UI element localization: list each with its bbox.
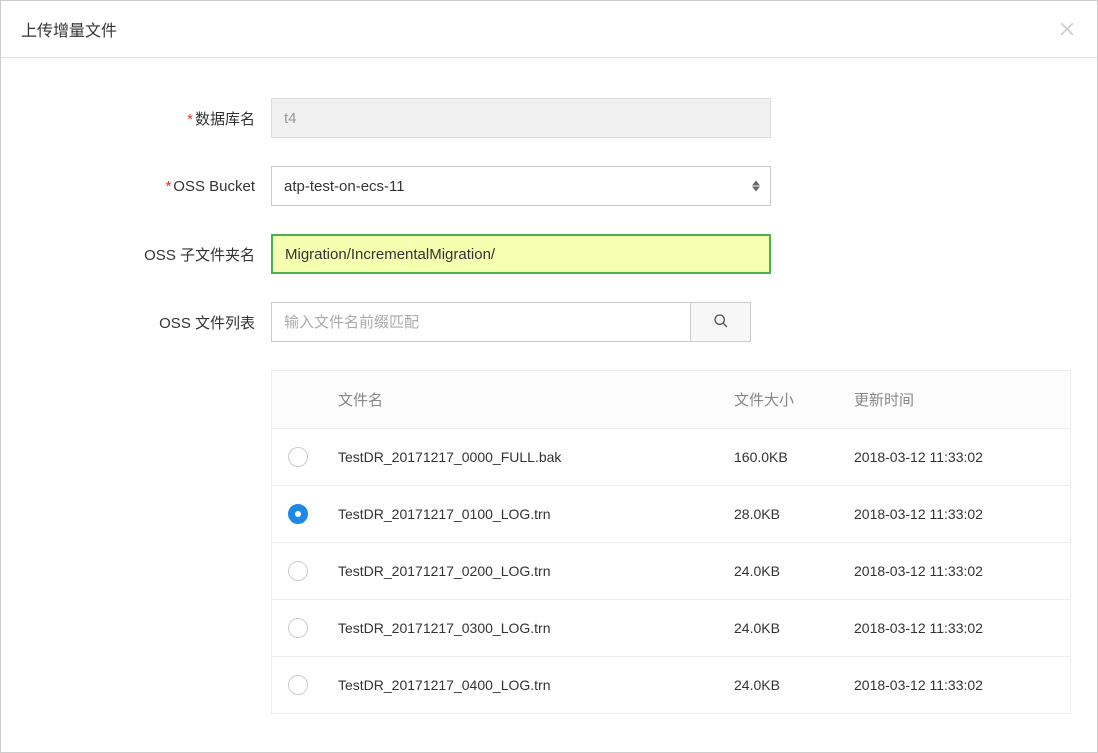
select-arrows-icon bbox=[752, 181, 760, 192]
radio-col bbox=[288, 561, 338, 581]
radio-col bbox=[288, 618, 338, 638]
filelist-row: OSS 文件列表 bbox=[21, 302, 1077, 342]
dbname-input: t4 bbox=[271, 98, 771, 138]
table-row[interactable]: TestDR_20171217_0100_LOG.trn28.0KB2018-0… bbox=[272, 485, 1070, 542]
upload-dialog: 上传增量文件 *数据库名 t4 *OSS Bucket atp-test-on-… bbox=[0, 0, 1098, 753]
ossbucket-value: atp-test-on-ecs-11 bbox=[284, 178, 405, 195]
file-time: 2018-03-12 11:33:02 bbox=[854, 506, 1054, 522]
ossbucket-label: *OSS Bucket bbox=[21, 178, 271, 195]
radio-button[interactable] bbox=[288, 675, 308, 695]
subfolder-row: OSS 子文件夹名 Migration/IncrementalMigration… bbox=[21, 234, 1077, 274]
dbname-row: *数据库名 t4 bbox=[21, 98, 1077, 138]
ossbucket-select[interactable]: atp-test-on-ecs-11 bbox=[271, 166, 771, 206]
file-size: 24.0KB bbox=[734, 563, 854, 579]
dbname-control: t4 bbox=[271, 98, 771, 138]
ossbucket-row: *OSS Bucket atp-test-on-ecs-11 bbox=[21, 166, 1077, 206]
search-button[interactable] bbox=[691, 302, 751, 342]
dialog-title: 上传增量文件 bbox=[21, 17, 117, 41]
file-name: TestDR_20171217_0400_LOG.trn bbox=[338, 677, 734, 693]
file-size: 160.0KB bbox=[734, 449, 854, 465]
subfolder-control: Migration/IncrementalMigration/ bbox=[271, 234, 771, 274]
table-row[interactable]: TestDR_20171217_0000_FULL.bak160.0KB2018… bbox=[272, 428, 1070, 485]
dialog-body: *数据库名 t4 *OSS Bucket atp-test-on-ecs-11 bbox=[1, 58, 1097, 752]
subfolder-label: OSS 子文件夹名 bbox=[21, 244, 271, 265]
radio-button[interactable] bbox=[288, 447, 308, 467]
file-name: TestDR_20171217_0200_LOG.trn bbox=[338, 563, 734, 579]
table-row[interactable]: TestDR_20171217_0200_LOG.trn24.0KB2018-0… bbox=[272, 542, 1070, 599]
radio-button[interactable] bbox=[288, 618, 308, 638]
dialog-header: 上传增量文件 bbox=[1, 1, 1097, 58]
file-time: 2018-03-12 11:33:02 bbox=[854, 449, 1054, 465]
file-table: 文件名 文件大小 更新时间 TestDR_20171217_0000_FULL.… bbox=[271, 370, 1071, 714]
required-marker: * bbox=[165, 178, 171, 195]
radio-col bbox=[288, 675, 338, 695]
ossbucket-control: atp-test-on-ecs-11 bbox=[271, 166, 771, 206]
table-row[interactable]: TestDR_20171217_0300_LOG.trn24.0KB2018-0… bbox=[272, 599, 1070, 656]
file-name: TestDR_20171217_0000_FULL.bak bbox=[338, 449, 734, 465]
file-size: 24.0KB bbox=[734, 677, 854, 693]
file-time: 2018-03-12 11:33:02 bbox=[854, 677, 1054, 693]
header-time: 更新时间 bbox=[854, 389, 1054, 410]
file-time: 2018-03-12 11:33:02 bbox=[854, 563, 1054, 579]
file-size: 24.0KB bbox=[734, 620, 854, 636]
header-size: 文件大小 bbox=[734, 389, 854, 410]
file-name: TestDR_20171217_0300_LOG.trn bbox=[338, 620, 734, 636]
radio-col bbox=[288, 447, 338, 467]
dbname-label: *数据库名 bbox=[21, 108, 271, 129]
radio-button[interactable] bbox=[288, 504, 308, 524]
search-input[interactable] bbox=[271, 302, 691, 342]
file-size: 28.0KB bbox=[734, 506, 854, 522]
filelist-label: OSS 文件列表 bbox=[21, 312, 271, 333]
file-time: 2018-03-12 11:33:02 bbox=[854, 620, 1054, 636]
subfolder-input[interactable]: Migration/IncrementalMigration/ bbox=[271, 234, 771, 274]
radio-button[interactable] bbox=[288, 561, 308, 581]
table-row[interactable]: TestDR_20171217_0400_LOG.trn24.0KB2018-0… bbox=[272, 656, 1070, 713]
required-marker: * bbox=[187, 111, 193, 128]
search-icon bbox=[713, 313, 729, 332]
table-body: TestDR_20171217_0000_FULL.bak160.0KB2018… bbox=[272, 428, 1070, 713]
header-name: 文件名 bbox=[338, 389, 734, 410]
close-icon[interactable] bbox=[1057, 19, 1077, 39]
header-radio-col bbox=[288, 389, 338, 410]
table-header: 文件名 文件大小 更新时间 bbox=[272, 371, 1070, 428]
file-name: TestDR_20171217_0100_LOG.trn bbox=[338, 506, 734, 522]
radio-col bbox=[288, 504, 338, 524]
search-group bbox=[271, 302, 751, 342]
